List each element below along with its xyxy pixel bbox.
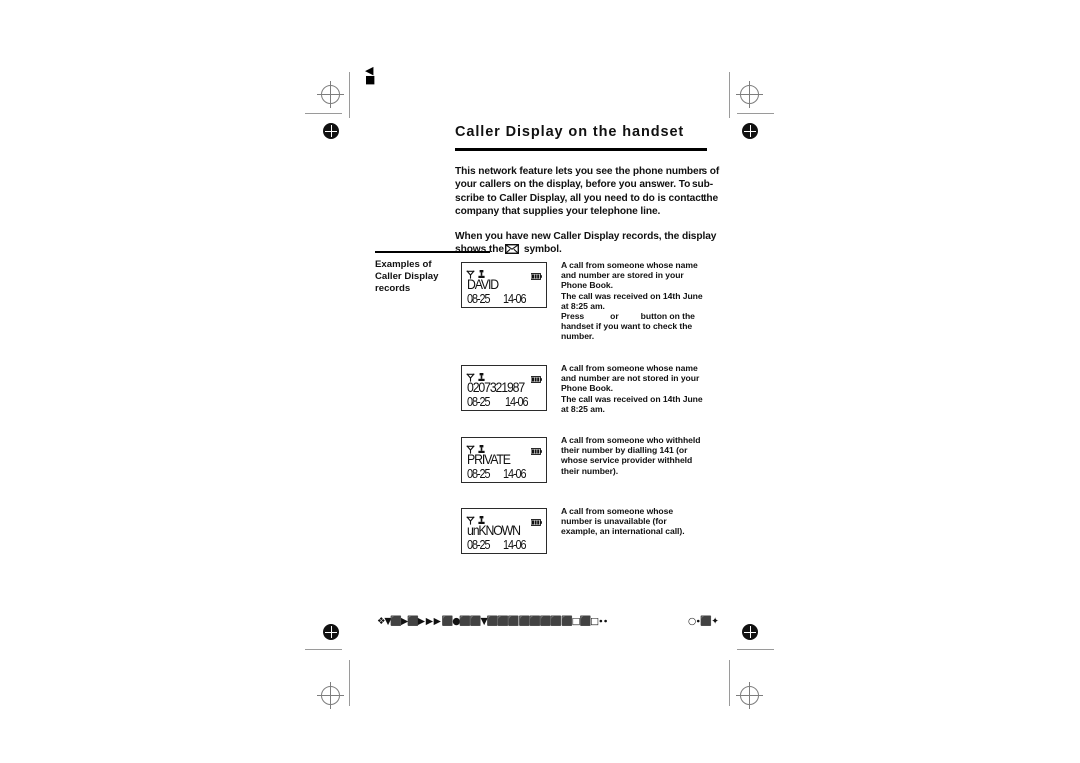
desc-line: number is unavailable (for [561,516,667,527]
intro-line-4: company that supplies your telephone lin… [455,206,661,218]
record-description: A call from someone whose name and numbe… [561,260,713,342]
lcd-caller-name: PRIVATE [467,451,511,467]
lcd-date: 08-25 [467,467,491,481]
desc-line: Phone Book. [561,383,613,394]
desc-line: A call from someone whose name [561,260,698,270]
intro-p2-text-before: When you have new Caller Display records… [455,230,717,256]
examples-divider-rule [375,251,490,253]
record-row: PRIVATE 08-25 14-06 A call from someone w… [461,435,717,483]
desc-line: The call was received on 14th June [561,290,703,301]
desc-line: A call from someone whose name [561,363,698,373]
lcd-display-panel: unKNOWN 08-25 14-06 [461,508,547,554]
lcd-display-panel: 0207321987 08-25 14-06 [461,365,547,411]
lcd-timestamp: 08-25 14-06 [467,538,545,552]
lcd-date: 08-25 [467,538,491,552]
record-description: A call from someone whose name and numbe… [561,363,713,414]
trim-mark-left-lower [305,649,342,650]
desc-line: their number). [561,465,619,476]
lcd-time: 14-06 [503,467,527,481]
record-row: 0207321987 08-25 14-06 A call from someon… [461,363,717,414]
trim-mark-top-right [729,72,730,118]
lcd-time: 14-06 [503,292,527,306]
lcd-caller-name: DAVID [467,276,499,292]
registration-crosshair-icon [736,682,763,709]
desc-line: at 8:25 am. [561,300,605,311]
battery-icon [530,442,542,460]
lcd-timestamp: 08-25 14-06 [467,292,545,306]
registration-crosshair-icon [317,682,344,709]
intro-line-1: This network feature lets you see the ph… [455,165,703,177]
desc-line: example, an international call). [561,526,685,537]
press-button-label: button on the [640,311,695,322]
press-instruction-line-2: handset if you want to check the [561,321,693,332]
trim-mark-right-lower [737,649,774,650]
lcd-caller-name: unKNOWN [467,522,521,538]
trim-mark-top-left [349,72,350,118]
registration-dot-icon [323,123,339,139]
desc-line: and number are not stored in your [561,373,700,384]
lcd-caller-name: 0207321987 [467,379,525,395]
battery-icon [530,513,542,531]
lcd-time: 14-06 [503,538,527,552]
lcd-date: 08-25 [467,395,491,409]
registration-crosshair-icon [736,81,763,108]
page-title: Caller Display on the handset [455,124,685,140]
press-instruction-line: Press or button on the [561,311,713,321]
examples-label: Examples of Caller Display records [375,259,465,296]
intro-line-3: scribe to Caller Display, all you need t… [455,192,705,204]
desc-line: The call was received on 14th June [561,393,703,404]
lcd-status-bar [466,512,542,526]
lcd-timestamp: 08-25 14-06 [467,395,545,409]
press-or-label: or [610,311,619,322]
desc-line: A call from someone who withheld [561,435,701,445]
battery-icon [530,267,542,285]
footer-left-text: ❖▼⬛▶⬛▶ ▶ ▶ ⬛●⬛⬛▼⬛⬛⬛⬛⬛⬛⬛⬛□⬛□∙∙ [377,616,609,627]
title-underline-rule [455,148,707,151]
desc-line: and number are stored in your [561,270,684,281]
record-row: unKNOWN 08-25 14-06 A call from someone w… [461,506,717,554]
trim-mark-right-upper [737,113,774,114]
registration-dot-icon [323,624,339,640]
registration-dot-icon [742,123,758,139]
desc-line: at 8:25 am. [561,403,605,414]
intro-line-2: your callers on the display, before you … [455,179,693,191]
lcd-timestamp: 08-25 14-06 [467,467,545,481]
intro-paragraph-1: This network feature lets you see the ph… [455,165,720,218]
desc-line: Phone Book. [561,280,613,291]
examples-label-line-2: Caller Display [375,271,439,283]
footer-right-text: ○∙⬛✦ [688,616,719,627]
lcd-status-bar [466,441,542,455]
press-instruction-line-3: number. [561,331,595,342]
corner-marker-glyph: ◀ ■ [365,64,375,86]
lcd-display-panel: PRIVATE 08-25 14-06 [461,437,547,483]
record-description: A call from someone whose number is unav… [561,506,713,537]
envelope-icon [504,244,519,259]
registration-dot-icon [742,624,758,640]
record-row: DAVID 08-25 14-06 A call from someone who… [461,260,717,341]
examples-label-line-3: records [375,283,411,295]
intro-paragraph-2: When you have new Caller Display records… [455,230,717,259]
desc-line: their number by dialling 141 (or [561,445,688,456]
desc-line: A call from someone whose [561,506,674,516]
lcd-date: 08-25 [467,292,491,306]
press-label: Press [561,311,585,322]
lcd-status-bar [466,266,542,280]
record-description: A call from someone who withheld their n… [561,435,713,476]
battery-icon [530,370,542,388]
lcd-time: 14-06 [505,395,529,409]
examples-label-line-1: Examples of [375,259,432,270]
lcd-display-panel: DAVID 08-25 14-06 [461,262,547,308]
lcd-status-bar [466,369,542,383]
intro-p2-text-after: symbol. [523,244,562,256]
trim-mark-bottom-left [349,660,350,706]
desc-line: whose service provider withheld [561,455,693,466]
trim-mark-left-upper [305,113,342,114]
trim-mark-bottom-right [729,660,730,706]
registration-crosshair-icon [317,81,344,108]
page-content: Caller Display on the handset This netwo… [455,124,720,259]
